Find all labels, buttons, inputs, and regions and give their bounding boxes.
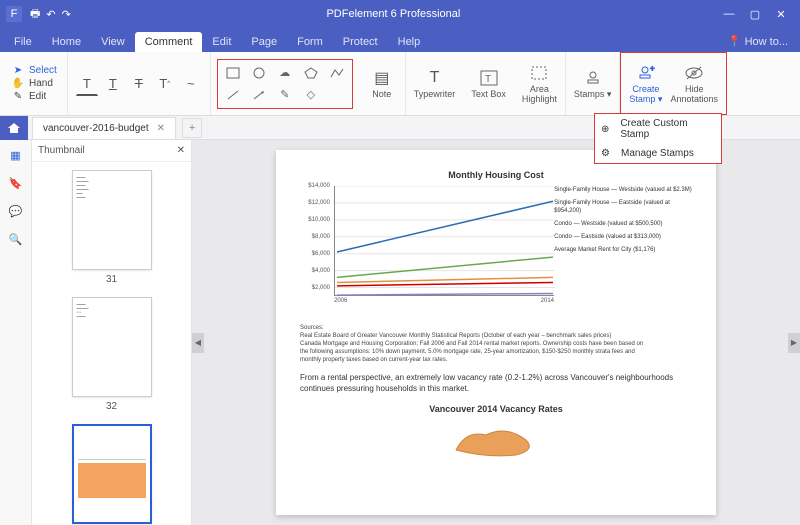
ribbon: ➤Select ✋Hand ✎Edit T T T T^ ~ ☁ ✎ ◇ xyxy=(0,52,800,116)
menu-comment[interactable]: Comment xyxy=(135,32,203,52)
create-custom-stamp-item[interactable]: ⊕Create Custom Stamp xyxy=(595,114,721,144)
document-tab[interactable]: vancouver-2016-budget✕ xyxy=(32,117,176,139)
select-tool[interactable]: ➤Select xyxy=(6,64,61,77)
connected-lines-tool[interactable] xyxy=(328,65,346,81)
svg-text:T: T xyxy=(485,74,491,85)
polygon-tool[interactable] xyxy=(302,65,320,81)
thumbnail-panel-button[interactable]: ▦ xyxy=(7,146,25,164)
pencil-icon: ✎ xyxy=(10,91,26,102)
home-tab-button[interactable] xyxy=(0,116,28,140)
map-graphic xyxy=(436,420,556,460)
bookmark-panel-button[interactable]: 🔖 xyxy=(7,174,25,192)
maximize-button[interactable]: ▢ xyxy=(742,4,768,24)
edit-tool[interactable]: ✎Edit xyxy=(6,90,50,103)
titlebar: F 🖶 ↶ ↷ PDFelement 6 Professional ― ▢ ✕ xyxy=(0,0,800,28)
underline-tool[interactable]: T xyxy=(102,72,124,96)
redo-icon[interactable]: ↷ xyxy=(62,8,71,21)
pdf-page: Monthly Housing Cost $2,000$4,000$6,000$… xyxy=(276,150,716,515)
note-icon: ▤ xyxy=(374,68,389,88)
body-paragraph: From a rental perspective, an extremely … xyxy=(300,372,692,394)
hide-icon xyxy=(684,63,704,83)
howto-link[interactable]: 📍 How to... xyxy=(720,31,796,52)
highlight-tool[interactable]: T xyxy=(76,72,98,96)
manage-stamps-item[interactable]: ⚙Manage Stamps xyxy=(595,144,721,163)
create-stamp-icon: + xyxy=(637,63,655,83)
housing-cost-chart: $2,000$4,000$6,000$8,000$10,000$12,000$1… xyxy=(300,186,548,316)
svg-text:+: + xyxy=(650,65,655,73)
thumbnail-list[interactable]: ▬▬▬▬▬▬▬▬▬▬▬▬▬▬▬▬▬▬▬31 ▬▬▬▬▬▬▬● ●▬▬▬32 33 xyxy=(32,162,191,525)
next-page-button[interactable]: ▶ xyxy=(788,333,800,353)
prev-page-button[interactable]: ◀ xyxy=(192,333,204,353)
area-highlight-icon xyxy=(530,63,548,83)
typewriter-button[interactable]: TTypewriter xyxy=(410,66,460,101)
hand-icon: ✋ xyxy=(10,78,26,89)
undo-icon[interactable]: ↶ xyxy=(46,8,55,21)
menu-home[interactable]: Home xyxy=(42,32,91,52)
app-title: PDFelement 6 Professional xyxy=(71,8,716,20)
rectangle-tool[interactable] xyxy=(224,65,242,81)
menu-view[interactable]: View xyxy=(91,32,135,52)
stamp-icon xyxy=(584,68,602,88)
comment-panel-button[interactable]: 💬 xyxy=(7,202,25,220)
menu-edit[interactable]: Edit xyxy=(202,32,241,52)
arrow-tool[interactable] xyxy=(250,87,268,103)
close-thumbnail-icon[interactable]: ✕ xyxy=(177,145,185,156)
thumbnail-item[interactable]: ▬▬▬▬▬▬▬▬▬▬▬▬▬▬▬▬▬▬▬31 xyxy=(32,170,191,285)
textbox-icon: T xyxy=(480,68,498,88)
textbox-button[interactable]: TText Box xyxy=(467,66,510,101)
create-stamp-button[interactable]: +Create Stamp ▾ xyxy=(625,61,666,106)
area-highlight-button[interactable]: Area Highlight xyxy=(518,61,561,106)
hide-annotations-button[interactable]: Hide Annotations xyxy=(666,61,722,106)
caret-tool[interactable]: T^ xyxy=(154,72,176,96)
hand-tool[interactable]: ✋Hand xyxy=(6,77,57,90)
minimize-button[interactable]: ― xyxy=(716,4,742,24)
stamp-manage-icon: ⚙ xyxy=(601,148,617,159)
menu-page[interactable]: Page xyxy=(241,32,287,52)
menu-help[interactable]: Help xyxy=(388,32,431,52)
chart-sources: Sources: Real Estate Board of Greater Va… xyxy=(300,324,692,364)
document-viewport[interactable]: ◀ ▶ Monthly Housing Cost $2,000$4,000$6,… xyxy=(192,140,800,525)
thumbnail-item[interactable]: ▬▬▬▬▬▬▬● ●▬▬▬32 xyxy=(32,297,191,412)
typewriter-icon: T xyxy=(430,68,440,88)
chart-legend: Single-Family House — Westside (valued a… xyxy=(548,186,692,316)
eraser-tool[interactable]: ◇ xyxy=(302,87,320,103)
stamps-button[interactable]: Stamps ▾ xyxy=(570,66,616,101)
chart2-title: Vancouver 2014 Vacancy Rates xyxy=(300,404,692,414)
menu-file[interactable]: File xyxy=(4,32,42,52)
pencil-draw-tool[interactable]: ✎ xyxy=(276,87,294,103)
create-stamp-dropdown: ⊕Create Custom Stamp ⚙Manage Stamps xyxy=(594,113,722,164)
search-panel-button[interactable]: 🔍 xyxy=(7,230,25,248)
side-tools: ▦ 🔖 💬 🔍 xyxy=(0,140,32,525)
stamp-plus-icon: ⊕ xyxy=(601,124,616,135)
print-icon[interactable]: 🖶 xyxy=(30,5,40,24)
main-area: ▦ 🔖 💬 🔍 Thumbnail✕ ▬▬▬▬▬▬▬▬▬▬▬▬▬▬▬▬▬▬▬31… xyxy=(0,140,800,525)
add-tab-button[interactable]: + xyxy=(182,118,202,138)
thumbnail-item[interactable]: 33 xyxy=(32,424,191,525)
menubar: File Home View Comment Edit Page Form Pr… xyxy=(0,28,800,52)
strikethrough-tool[interactable]: T xyxy=(128,72,150,96)
chart-title: Monthly Housing Cost xyxy=(300,170,692,180)
squiggly-tool[interactable]: ~ xyxy=(180,72,202,96)
line-tool[interactable] xyxy=(224,87,242,103)
app-logo: F xyxy=(6,6,22,22)
close-button[interactable]: ✕ xyxy=(768,4,794,24)
cloud-tool[interactable]: ☁ xyxy=(276,65,294,81)
cursor-icon: ➤ xyxy=(10,65,26,76)
menu-form[interactable]: Form xyxy=(287,32,333,52)
close-tab-icon[interactable]: ✕ xyxy=(157,123,165,134)
menu-protect[interactable]: Protect xyxy=(333,32,388,52)
note-button[interactable]: ▤Note xyxy=(363,66,401,101)
thumbnail-header: Thumbnail✕ xyxy=(32,140,191,162)
thumbnail-panel: Thumbnail✕ ▬▬▬▬▬▬▬▬▬▬▬▬▬▬▬▬▬▬▬31 ▬▬▬▬▬▬▬… xyxy=(32,140,192,525)
circle-tool[interactable] xyxy=(250,65,268,81)
shapes-group: ☁ ✎ ◇ xyxy=(217,59,353,109)
